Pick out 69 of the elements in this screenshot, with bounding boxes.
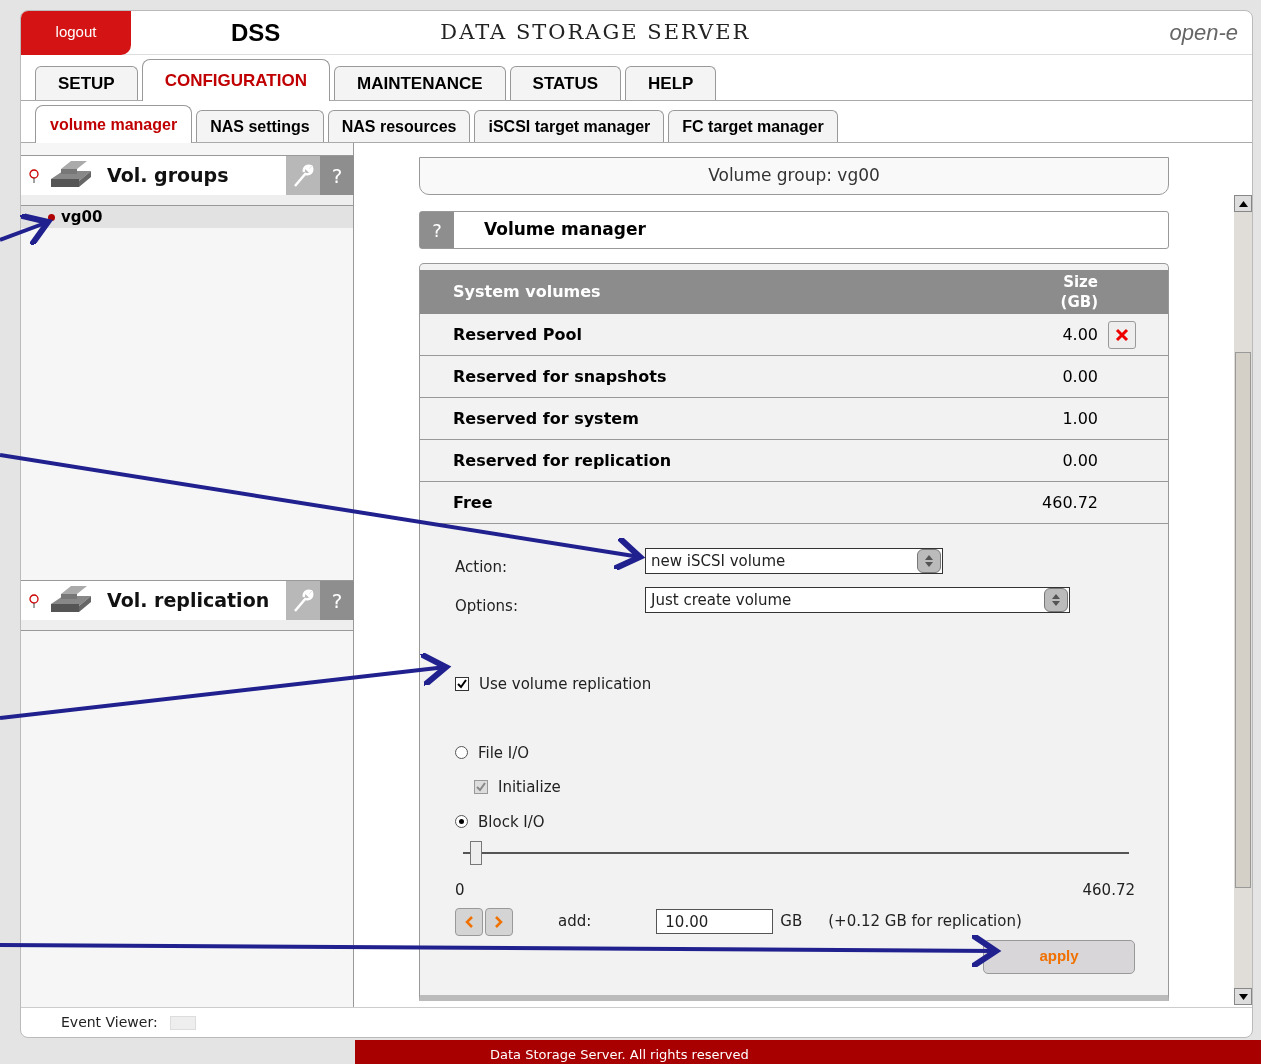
sub-tab[interactable]: volume manager [35, 105, 193, 143]
section-title: Volume manager [484, 218, 646, 242]
next-button[interactable] [485, 907, 513, 936]
scrollbar[interactable] [1234, 195, 1252, 1005]
table-cell-text: 4.00 [1062, 323, 1098, 346]
table-cell-text: 0.00 [1062, 449, 1098, 472]
app-title: DATA STORAGE SERVER [440, 18, 751, 46]
nav-tab[interactable]: SETUP [35, 66, 138, 100]
table-cell-text: 460.72 [1042, 491, 1098, 514]
logo: DSS [231, 17, 281, 48]
sub-tab[interactable]: NAS resources [327, 110, 471, 142]
event-viewer-label: Event Viewer: [61, 1013, 158, 1032]
brand-logo: open-e [1169, 19, 1238, 47]
field-label: Options: [455, 595, 519, 617]
spinner-icon [1044, 587, 1068, 612]
logout-button[interactable]: logout [21, 11, 131, 55]
table-cell-text: Reserved for replication [453, 449, 673, 472]
radio-label: Block I/O [478, 811, 545, 833]
sub-tab[interactable]: FC target manager [668, 110, 838, 142]
table-cell-text: Reserved for system [453, 407, 640, 430]
field-label: Action: [455, 557, 509, 578]
replication-note: (+0.12 GB for replication) [828, 911, 1022, 933]
amount-input[interactable]: 10.00 [656, 909, 774, 934]
nav-tab[interactable]: CONFIGURATION [141, 59, 330, 101]
delete-icon[interactable] [1108, 320, 1136, 349]
select-field[interactable]: new iSCSI volume [645, 548, 943, 575]
previous-button[interactable] [455, 907, 483, 936]
chevron-right-icon [495, 915, 503, 928]
panel-title: Vol. groups [107, 163, 230, 189]
table-cell-text: Free [453, 491, 494, 514]
checkbox-label: Use volume replication [479, 674, 652, 695]
collapse-handle[interactable] [21, 620, 353, 631]
slider-min-label: 0 [455, 880, 465, 901]
sub-tab[interactable]: NAS settings [196, 110, 324, 142]
group-title-bar: Volume group: vg00 [419, 157, 1169, 195]
footer-text: Data Storage Server. All rights reserved [490, 1046, 749, 1064]
nav-tab[interactable]: HELP [625, 66, 717, 100]
table-cell-text: 1.00 [1062, 407, 1098, 430]
column-header: Size (GB) [1060, 272, 1098, 312]
collapse-handle[interactable] [21, 195, 353, 206]
column-header: System volumes [453, 281, 602, 303]
pin-icon [29, 168, 39, 183]
select-field[interactable]: Just create volume [645, 586, 1070, 613]
radio-button[interactable] [455, 746, 468, 760]
table-cell-text: Reserved for snapshots [453, 365, 668, 388]
nav-tab[interactable]: STATUS [509, 66, 622, 100]
scroll-thumb[interactable] [1235, 352, 1251, 888]
add-label: add: [558, 911, 592, 933]
table-cell-text: Reserved Pool [453, 323, 583, 346]
checkbox-label: Initialize [498, 777, 561, 798]
wrench-icon[interactable] [286, 581, 320, 620]
nav-tab[interactable]: MAINTENANCE [334, 66, 506, 100]
radio-button[interactable] [455, 815, 468, 829]
wrench-icon[interactable] [286, 156, 320, 195]
checkbox[interactable] [455, 677, 469, 692]
scroll-up-icon[interactable] [1234, 195, 1252, 212]
radio-label: File I/O [478, 742, 530, 764]
slider-thumb[interactable] [470, 841, 483, 865]
chevron-left-icon [465, 915, 473, 928]
slider[interactable] [463, 841, 1129, 865]
pin-icon [29, 593, 39, 608]
panel-title: Vol. replication [107, 588, 271, 614]
scroll-down-icon[interactable] [1234, 988, 1252, 1005]
sub-tab[interactable]: iSCSI target manager [474, 110, 665, 142]
slider-max-label: 460.72 [1082, 880, 1135, 901]
tree-item[interactable]: vg00 [21, 206, 353, 228]
spinner-icon [917, 549, 941, 574]
table-cell-text: 0.00 [1062, 365, 1098, 388]
unit-label: GB [780, 911, 803, 933]
